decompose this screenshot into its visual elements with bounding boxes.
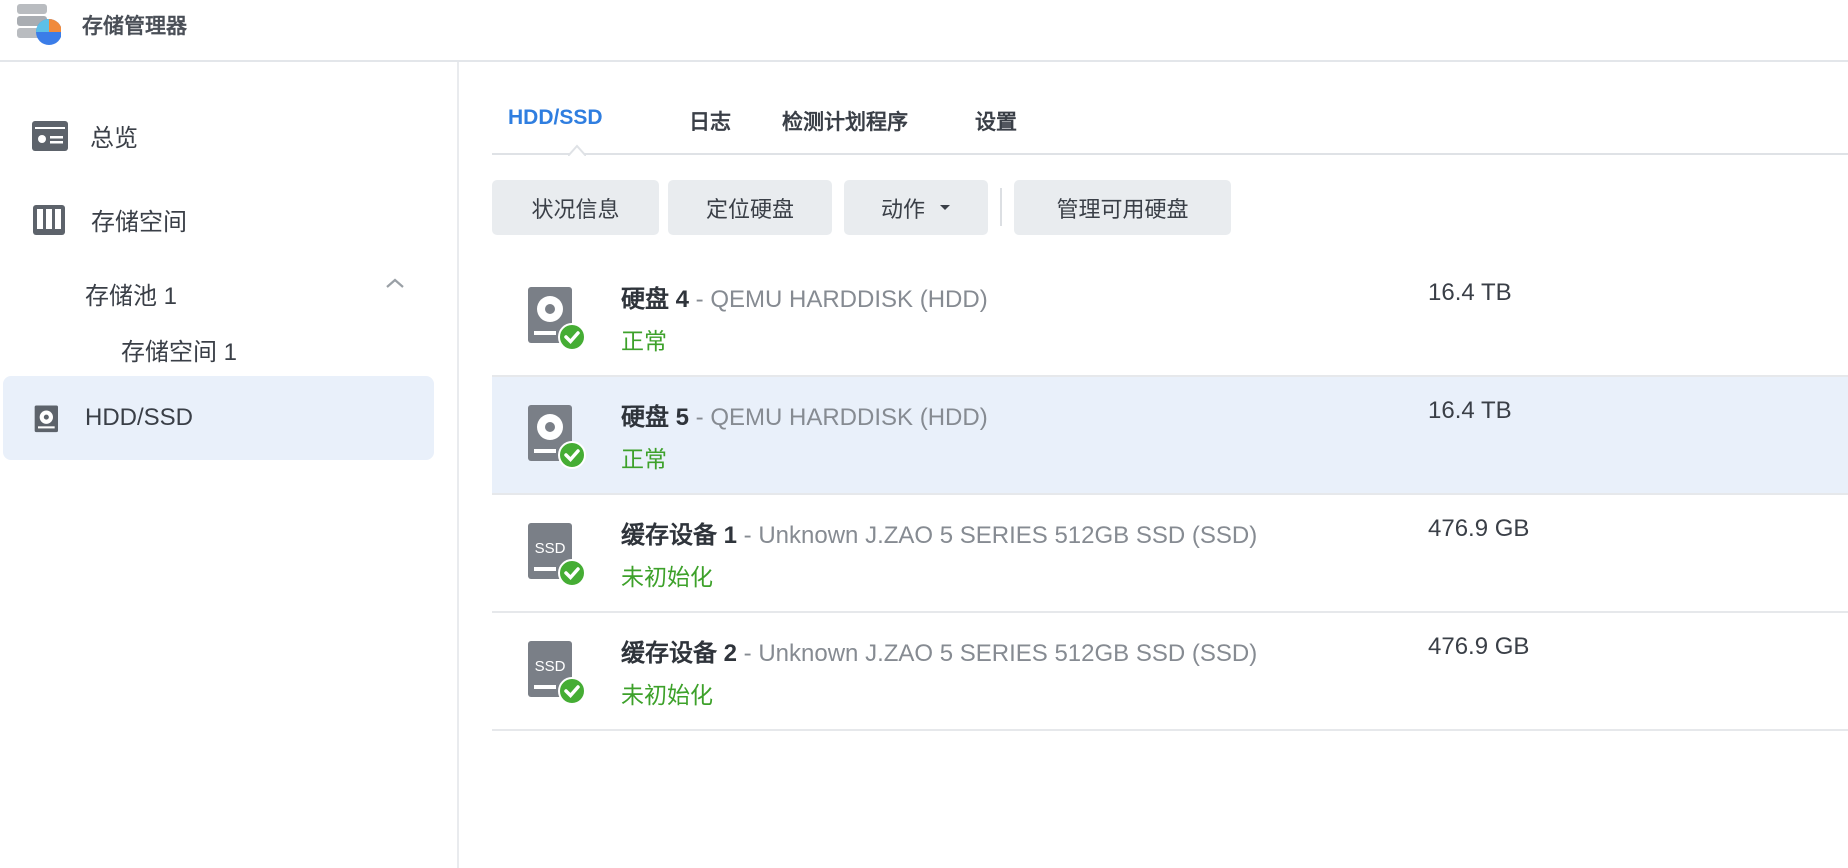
disk-size: 16.4 TB bbox=[1428, 279, 1512, 306]
tab-bar: HDD/SSD 日志 检测计划程序 设置 bbox=[492, 62, 1848, 156]
manage-available-drives-button[interactable]: 管理可用硬盘 bbox=[1014, 180, 1231, 235]
disk-model: - QEMU HARDDISK (HDD) bbox=[689, 286, 988, 313]
disk-name: 缓存设备 2 - Unknown J.ZAO 5 SERIES 512GB SS… bbox=[621, 633, 1257, 668]
sidebar-item-overview[interactable]: 总览 bbox=[32, 118, 138, 153]
sidebar-item-label: 存储池 1 bbox=[85, 283, 178, 310]
disk-status: 未初始化 bbox=[621, 682, 713, 708]
hdd-icon bbox=[34, 405, 58, 433]
disk-name: 缓存设备 1 - Unknown J.ZAO 5 SERIES 512GB SS… bbox=[621, 515, 1257, 550]
hdd-healthy-icon bbox=[528, 405, 586, 469]
ssd-healthy-icon: SSD bbox=[528, 523, 586, 587]
hdd-healthy-icon bbox=[528, 287, 586, 351]
disk-label: 硬盘 5 bbox=[621, 404, 690, 431]
sidebar-item-storage-pool-1[interactable]: 存储池 1 bbox=[85, 276, 177, 311]
sidebar-item-hdd-ssd[interactable]: HDD/SSD bbox=[3, 376, 434, 460]
toolbar-divider bbox=[1000, 188, 1002, 226]
disk-name: 硬盘 5 - QEMU HARDDISK (HDD) bbox=[621, 397, 988, 432]
locate-disk-button[interactable]: 定位硬盘 bbox=[668, 180, 832, 235]
disk-row[interactable]: 硬盘 5 - QEMU HARDDISK (HDD) 正常 16.4 TB bbox=[492, 377, 1848, 495]
disk-model: - Unknown J.ZAO 5 SERIES 512GB SSD (SSD) bbox=[737, 640, 1258, 667]
disk-label: 缓存设备 2 bbox=[621, 640, 738, 667]
svg-text:SSD: SSD bbox=[535, 658, 566, 675]
status-info-button[interactable]: 状况信息 bbox=[492, 180, 659, 235]
disk-model: - QEMU HARDDISK (HDD) bbox=[689, 404, 988, 431]
chevron-up-icon[interactable] bbox=[385, 277, 405, 289]
disk-row[interactable]: 硬盘 4 - QEMU HARDDISK (HDD) 正常 16.4 TB bbox=[492, 259, 1848, 377]
disk-size: 476.9 GB bbox=[1428, 633, 1530, 660]
tab-settings[interactable]: 设置 bbox=[975, 106, 1017, 136]
disk-row[interactable]: SSD 缓存设备 1 - Unknown J.ZAO 5 SERIES 512G… bbox=[492, 495, 1848, 613]
disk-model: - Unknown J.ZAO 5 SERIES 512GB SSD (SSD) bbox=[737, 522, 1258, 549]
disk-name: 硬盘 4 - QEMU HARDDISK (HDD) bbox=[621, 279, 988, 314]
title-bar: 存储管理器 bbox=[0, 0, 1848, 62]
storage-icon bbox=[33, 204, 65, 235]
svg-text:SSD: SSD bbox=[535, 540, 566, 557]
sidebar-item-label: 总览 bbox=[90, 125, 138, 152]
sidebar-item-label: 存储空间 bbox=[91, 209, 187, 236]
storage-manager-app-icon bbox=[17, 4, 61, 45]
disk-label: 硬盘 4 bbox=[621, 286, 690, 313]
sidebar: 总览 存储空间 存储池 1 存储空间 1 HDD/SSD bbox=[0, 62, 459, 868]
sidebar-item-label: 存储空间 1 bbox=[121, 339, 238, 366]
disk-size: 476.9 GB bbox=[1428, 515, 1530, 542]
ssd-healthy-icon: SSD bbox=[528, 641, 586, 705]
app-title: 存储管理器 bbox=[82, 15, 187, 38]
caret-down-icon bbox=[940, 204, 950, 210]
disk-status: 正常 bbox=[621, 328, 667, 354]
active-tab-indicator bbox=[568, 144, 586, 156]
sidebar-item-label: HDD/SSD bbox=[85, 404, 194, 431]
disk-status: 正常 bbox=[621, 446, 667, 472]
tab-hdd-ssd[interactable]: HDD/SSD bbox=[508, 106, 603, 130]
action-dropdown-button[interactable]: 动作 bbox=[844, 180, 988, 235]
action-label: 动作 bbox=[880, 196, 925, 222]
tab-test-scheduler[interactable]: 检测计划程序 bbox=[782, 106, 908, 136]
sidebar-item-volume-1[interactable]: 存储空间 1 bbox=[121, 332, 237, 367]
disk-size: 16.4 TB bbox=[1428, 397, 1512, 424]
disk-status: 未初始化 bbox=[621, 564, 713, 590]
disk-label: 缓存设备 1 bbox=[621, 522, 738, 549]
overview-icon bbox=[32, 120, 68, 151]
disk-row[interactable]: SSD 缓存设备 2 - Unknown J.ZAO 5 SERIES 512G… bbox=[492, 613, 1848, 731]
sidebar-item-storage[interactable]: 存储空间 bbox=[33, 202, 187, 237]
tab-log[interactable]: 日志 bbox=[689, 106, 731, 136]
